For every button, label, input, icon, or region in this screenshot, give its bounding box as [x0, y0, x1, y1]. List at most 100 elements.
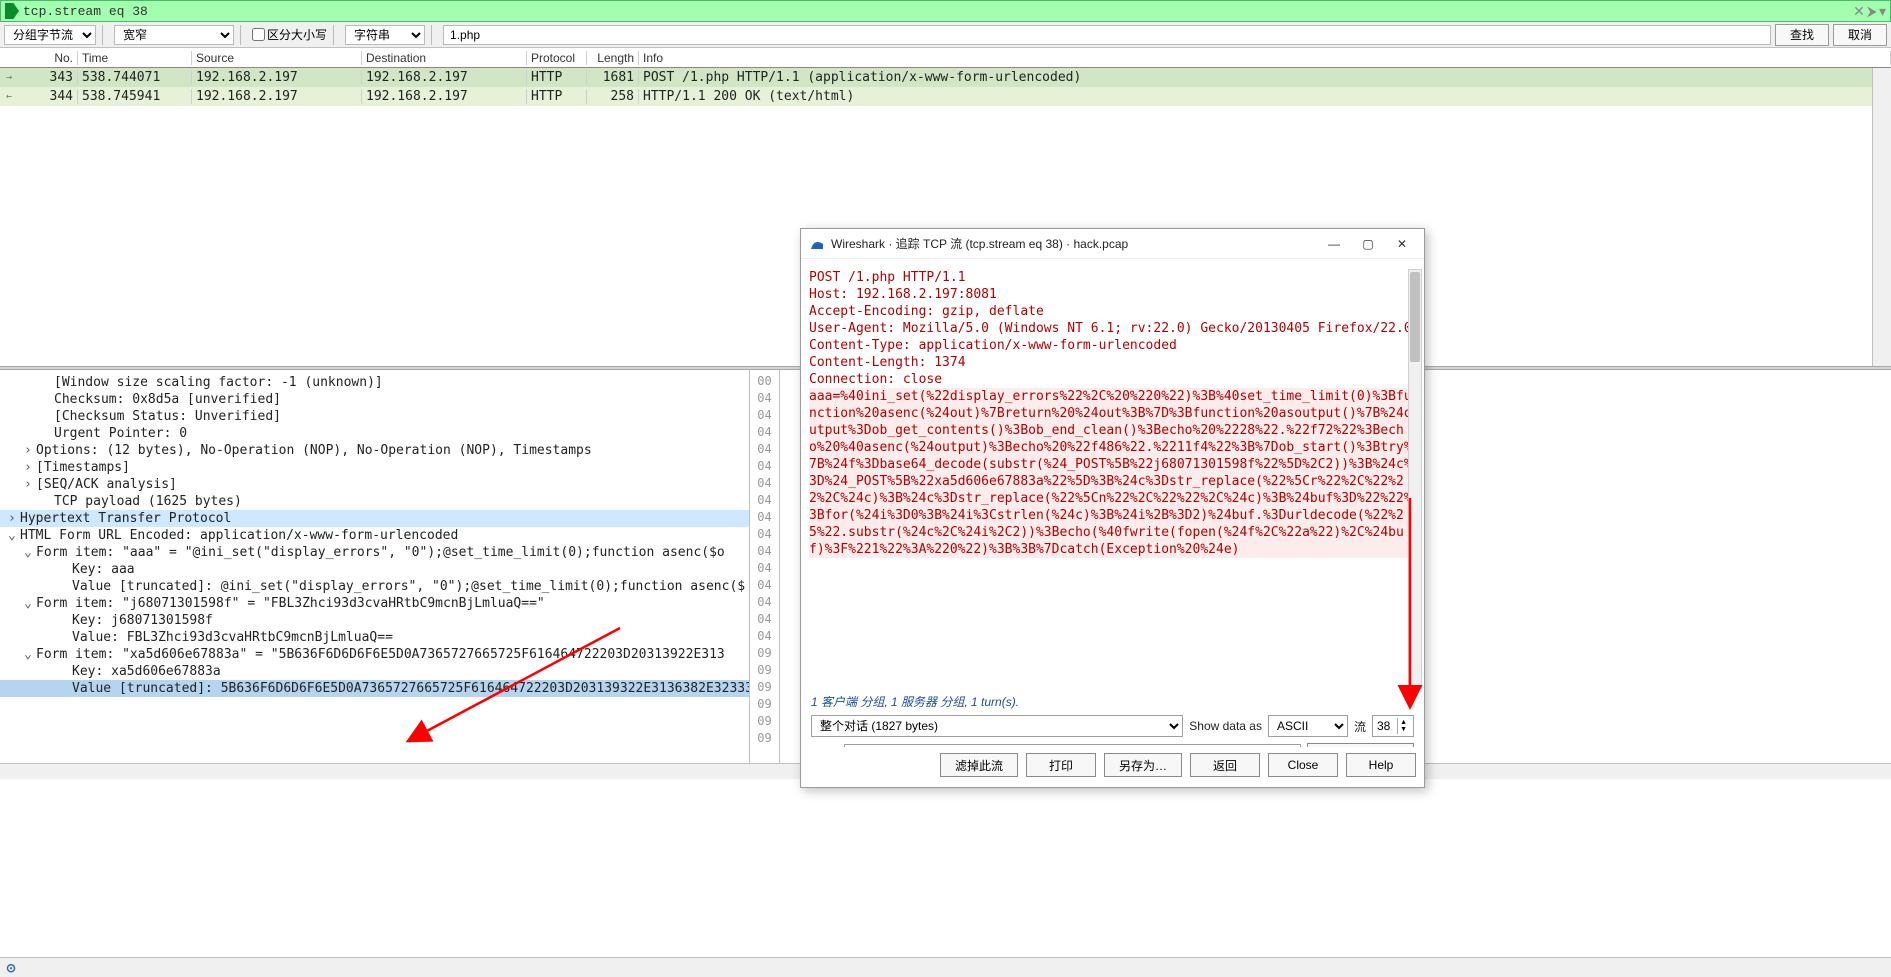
conversation-selector[interactable]: 整个对话 (1827 bytes) [811, 715, 1183, 737]
tree-line[interactable]: ⌄HTML Form URL Encoded: application/x-ww… [0, 527, 749, 544]
print-button[interactable]: 打印 [1026, 753, 1096, 777]
chevron-right-icon[interactable]: › [24, 460, 36, 475]
tree-line[interactable]: ›Hypertext Transfer Protocol [0, 510, 749, 527]
filter-expression[interactable]: tcp.stream eq 38 [23, 4, 148, 19]
find-button[interactable]: 查找 [1775, 24, 1829, 46]
find-next-button[interactable]: 查找下一个(N) [1307, 743, 1414, 747]
close-dialog-button[interactable]: Close [1268, 753, 1338, 777]
hex-offset: 04 [750, 510, 779, 527]
stream-controls-row2: 查找: 查找下一个(N) [809, 740, 1416, 747]
stream-no-label: 流 [1354, 718, 1366, 735]
tree-line[interactable]: ›[Timestamps] [0, 459, 749, 476]
search-type-selector[interactable]: 字符串 [345, 25, 425, 45]
window-dropdown-icon[interactable]: ▾ [1879, 3, 1886, 20]
tree-line[interactable]: TCP payload (1625 bytes) [0, 493, 749, 510]
back-button[interactable]: 返回 [1190, 753, 1260, 777]
hex-offset: 04 [750, 561, 779, 578]
tree-line[interactable]: ⌄Form item: "aaa" = "@ini_set("display_e… [0, 544, 749, 561]
hex-offset: 09 [750, 680, 779, 697]
filter-out-button[interactable]: 滤掉此流 [940, 753, 1018, 777]
status-bar: ⊙ [0, 957, 1891, 977]
tree-line[interactable]: [Checksum Status: Unverified] [0, 408, 749, 425]
bytes-selector[interactable]: 分组字节流 [4, 25, 96, 45]
packet-details-pane[interactable]: [Window size scaling factor: -1 (unknown… [0, 370, 750, 763]
chevron-down-icon[interactable]: ⌄ [24, 596, 36, 611]
stream-number-spinner[interactable]: 38 ▲▼ [1372, 715, 1414, 737]
app-icon: ⊙ [6, 961, 16, 975]
hex-offset: 04 [750, 459, 779, 476]
hex-offset: 04 [750, 493, 779, 510]
save-as-button[interactable]: 另存为… [1104, 753, 1182, 777]
hex-offset: 04 [750, 595, 779, 612]
tree-line[interactable]: [Window size scaling factor: -1 (unknown… [0, 374, 749, 391]
col-protocol[interactable]: Protocol [527, 51, 587, 65]
search-toolbar: 分组字节流 宽窄 区分大小写 字符串 查找 取消 [0, 22, 1891, 48]
dialog-find-input[interactable] [844, 744, 1301, 747]
display-filter-bar[interactable]: tcp.stream eq 38 ✕ ⮞ ▾ [0, 0, 1891, 22]
col-source[interactable]: Source [192, 51, 362, 65]
tree-line[interactable]: Checksum: 0x8d5a [unverified] [0, 391, 749, 408]
bookmark-icon [5, 3, 19, 19]
tree-line[interactable]: Value [truncated]: @ini_set("display_err… [0, 578, 749, 595]
hex-offset: 04 [750, 408, 779, 425]
packet-row[interactable]: ←344538.745941192.168.2.197192.168.2.197… [0, 87, 1891, 106]
width-selector[interactable]: 宽窄 [114, 25, 234, 45]
col-info[interactable]: Info [639, 51, 1891, 65]
hex-offset: 09 [750, 663, 779, 680]
hex-offset: 09 [750, 697, 779, 714]
tree-line[interactable]: Value [truncated]: 5B636F6D6D6F6E5D0A736… [0, 680, 749, 697]
wireshark-icon [809, 236, 825, 252]
tree-line[interactable]: ⌄Form item: "xa5d606e67883a" = "5B636F6D… [0, 646, 749, 663]
hex-offset: 04 [750, 442, 779, 459]
col-no[interactable]: No. [0, 51, 78, 65]
hex-offset: 04 [750, 391, 779, 408]
cancel-button[interactable]: 取消 [1833, 24, 1887, 46]
case-sensitive-checkbox[interactable]: 区分大小写 [252, 26, 327, 43]
close-button[interactable]: ✕ [1388, 233, 1416, 255]
packet-row[interactable]: →343538.744071192.168.2.197192.168.2.197… [0, 68, 1891, 87]
hex-offset: 09 [750, 646, 779, 663]
help-button[interactable]: Help [1346, 753, 1416, 777]
chevron-down-icon[interactable]: ⌄ [24, 647, 36, 662]
encoding-selector[interactable]: ASCII [1268, 715, 1348, 737]
follow-tcp-stream-dialog: Wireshark · 追踪 TCP 流 (tcp.stream eq 38) … [800, 228, 1425, 788]
chevron-right-icon[interactable]: › [8, 511, 20, 526]
hex-offset: 04 [750, 476, 779, 493]
tree-line[interactable]: ›[SEQ/ACK analysis] [0, 476, 749, 493]
hex-offset: 04 [750, 425, 779, 442]
tree-line[interactable]: Urgent Pointer: 0 [0, 425, 749, 442]
dialog-titlebar[interactable]: Wireshark · 追踪 TCP 流 (tcp.stream eq 38) … [801, 229, 1424, 259]
arrow-right-icon: → [0, 72, 18, 83]
hex-offset: 09 [750, 714, 779, 731]
tree-line[interactable]: Key: aaa [0, 561, 749, 578]
tree-line[interactable]: ›Options: (12 bytes), No-Operation (NOP)… [0, 442, 749, 459]
packet-list-header: No. Time Source Destination Protocol Len… [0, 48, 1891, 68]
search-input[interactable] [443, 25, 1771, 45]
show-data-as-label: Show data as [1189, 719, 1262, 733]
chevron-down-icon[interactable]: ⌄ [24, 545, 36, 560]
dialog-title: Wireshark · 追踪 TCP 流 (tcp.stream eq 38) … [831, 235, 1314, 252]
window-expand-icon[interactable]: ⮞ [1867, 3, 1877, 20]
hex-offset: 04 [750, 612, 779, 629]
hex-offset-gutter: 0004040404040404040404040404040409090909… [750, 370, 780, 763]
tree-line[interactable]: Value: FBL3Zhci93d3cvaHRtbC9mcnBjLmluaQ=… [0, 629, 749, 646]
chevron-down-icon[interactable]: ⌄ [8, 528, 20, 543]
tree-line[interactable]: ⌄Form item: "j68071301598f" = "FBL3Zhci9… [0, 595, 749, 612]
arrow-left-icon: ← [0, 91, 18, 102]
col-length[interactable]: Length [587, 51, 639, 65]
col-dest[interactable]: Destination [362, 51, 527, 65]
tree-line[interactable]: Key: xa5d606e67883a [0, 663, 749, 680]
stream-content[interactable]: POST /1.php HTTP/1.1Host: 192.168.2.197:… [809, 269, 1416, 689]
tree-line[interactable]: Key: j68071301598f [0, 612, 749, 629]
chevron-right-icon[interactable]: › [24, 477, 36, 492]
dialog-vscrollbar[interactable] [1408, 269, 1422, 689]
minimize-button[interactable]: — [1320, 233, 1348, 255]
chevron-right-icon[interactable]: › [24, 443, 36, 458]
hex-offset: 04 [750, 544, 779, 561]
hex-offset: 04 [750, 527, 779, 544]
maximize-button[interactable]: ▢ [1354, 233, 1382, 255]
col-time[interactable]: Time [78, 51, 192, 65]
window-close-icon[interactable]: ✕ [1853, 3, 1865, 20]
stream-controls-row1: 整个对话 (1827 bytes) Show data as ASCII 流 3… [809, 712, 1416, 740]
hex-offset: 04 [750, 629, 779, 646]
